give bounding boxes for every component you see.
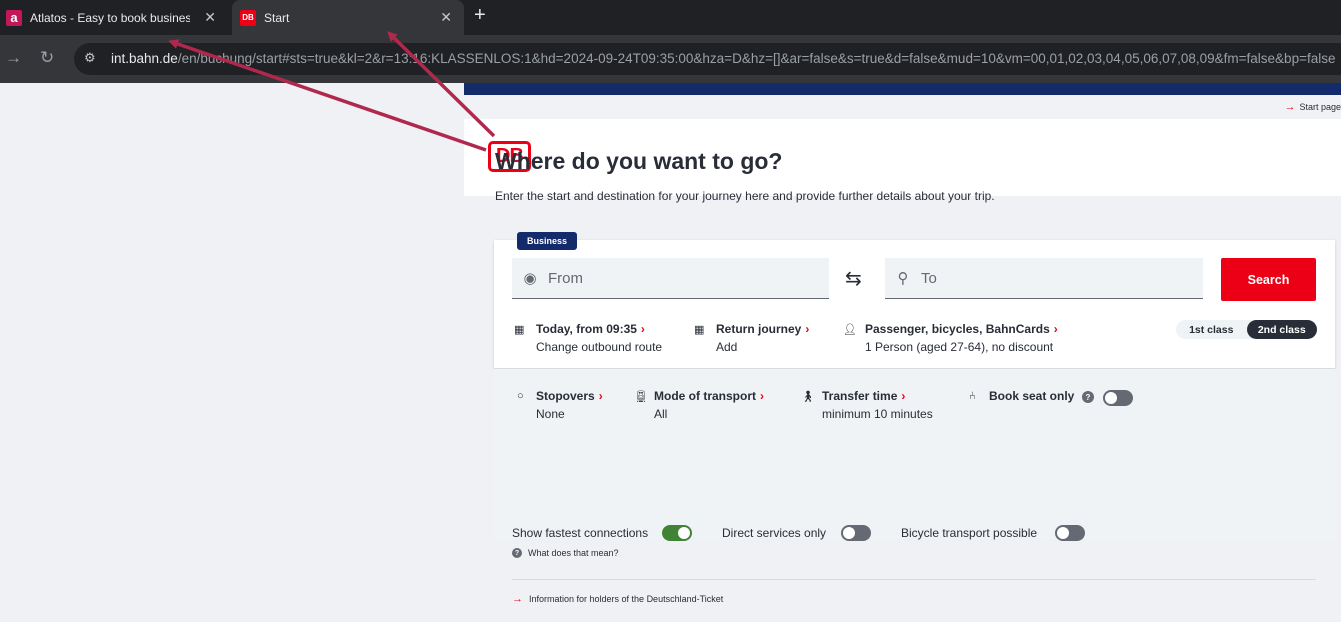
train-icon: 🚆︎	[634, 391, 648, 403]
stopovers-title: Stopovers	[536, 389, 595, 403]
header-stripe	[464, 83, 1341, 95]
journey-search-card: Business ◉ From ⇆ ⚲ To Search ▦ Today, f…	[494, 232, 1335, 368]
close-tab-icon[interactable]: ✕	[204, 9, 216, 26]
help-icon: ?	[512, 548, 522, 558]
location-target-icon: ◉	[523, 270, 537, 287]
to-field[interactable]: ⚲ To	[885, 258, 1203, 299]
reload-icon[interactable]: ↻	[40, 48, 54, 68]
search-options-panel: ○ Stopovers › None 🚆︎ Mode of transport › …	[494, 368, 1335, 605]
close-tab-icon[interactable]: ✕	[440, 9, 452, 26]
tab-title: Start	[264, 10, 290, 25]
fastest-connections-switch[interactable]	[662, 525, 692, 541]
arrow-right-icon: →	[1284, 101, 1296, 113]
map-pin-icon: ⚲	[897, 270, 909, 287]
help-icon[interactable]: ?	[1082, 391, 1094, 403]
atlatos-favicon-icon: a	[6, 9, 22, 26]
return-title: Return journey	[716, 322, 802, 336]
transfer-value: minimum 10 minutes	[822, 407, 933, 421]
chevron-right-icon: ›	[760, 389, 764, 403]
url-text[interactable]: int.bahn.de/en/buchung/start#sts=true&kl…	[111, 51, 1335, 66]
db-favicon-icon: DB	[240, 9, 256, 26]
chevron-right-icon: ›	[1053, 322, 1058, 336]
seat-icon: ⑃	[969, 390, 976, 402]
from-placeholder: From	[548, 269, 583, 287]
circle-icon: ○	[517, 390, 524, 402]
search-button[interactable]: Search	[1221, 258, 1316, 301]
calendar-icon: ▦	[514, 324, 525, 336]
stopovers-value: None	[536, 407, 565, 421]
browser-tab-strip: a Atlatos - Easy to book business ✕ DB S…	[0, 0, 1341, 35]
what-does-that-mean-link[interactable]: ? What does that mean?	[512, 548, 619, 558]
walking-icon: 🚶︎	[801, 391, 815, 403]
direct-label: Direct services only	[722, 526, 827, 540]
site-info-icon[interactable]: ⚙	[84, 50, 102, 68]
business-badge: Business	[517, 232, 578, 250]
page-subtitle: Enter the start and destination for your…	[495, 189, 995, 203]
direct-services-switch[interactable]	[841, 525, 871, 541]
bicycle-transport-switch[interactable]	[1055, 525, 1085, 541]
chevron-right-icon: ›	[598, 389, 603, 403]
second-class-option[interactable]: 2nd class	[1246, 320, 1317, 339]
date-title: Today, from 09:35	[536, 322, 637, 336]
tab-title: Atlatos - Easy to book business	[30, 10, 190, 25]
site-header: → Start page DB	[464, 83, 1341, 196]
bicycle-label: Bicycle transport possible	[901, 526, 1038, 540]
book-seat-label: Book seat only	[989, 389, 1075, 403]
chevron-right-icon: ›	[901, 389, 906, 403]
divider	[512, 579, 1316, 580]
tab-atlatos[interactable]: a Atlatos - Easy to book business ✕	[0, 0, 228, 35]
deutschland-ticket-info-link[interactable]: → Information for holders of the Deutsch…	[512, 593, 723, 605]
calendar-icon: ▦	[694, 324, 705, 336]
mode-title: Mode of transport	[654, 389, 756, 403]
tab-start[interactable]: DB Start ✕	[232, 0, 464, 35]
what-link-label: What does that mean?	[528, 548, 619, 558]
start-page-link[interactable]: → Start page	[1284, 101, 1341, 113]
swap-direction-icon[interactable]: ⇆	[845, 266, 862, 291]
book-seat-switch[interactable]	[1103, 390, 1133, 406]
start-page-label: Start page	[1299, 102, 1341, 112]
address-toolbar: → ↻ ⚙ int.bahn.de/en/buchung/start#sts=t…	[0, 35, 1341, 83]
to-placeholder: To	[921, 269, 937, 287]
passenger-title: Passenger, bicycles, BahnCards	[865, 322, 1050, 336]
address-bar[interactable]: ⚙ int.bahn.de/en/buchung/start#sts=true&…	[74, 43, 1341, 75]
date-subtitle: Change outbound route	[536, 340, 663, 354]
arrow-right-icon: →	[512, 593, 523, 605]
page-title: Where do you want to go?	[495, 148, 783, 174]
travel-class-toggle: 1st class 2nd class	[1176, 320, 1317, 339]
return-subtitle: Add	[716, 340, 738, 354]
fastest-label: Show fastest connections	[512, 526, 649, 540]
chevron-right-icon: ›	[640, 322, 645, 336]
passenger-subtitle: 1 Person (aged 27-64), no discount	[865, 340, 1054, 354]
person-icon: 👤︎	[843, 324, 857, 336]
mode-value: All	[654, 407, 668, 421]
forward-arrow-icon[interactable]: →	[5, 48, 22, 68]
info-link-label: Information for holders of the Deutschla…	[529, 594, 724, 604]
meta-navigation: → Start page	[464, 95, 1341, 119]
first-class-option[interactable]: 1st class	[1176, 320, 1247, 339]
transfer-title: Transfer time	[822, 389, 898, 403]
chevron-right-icon: ›	[805, 322, 810, 336]
new-tab-icon[interactable]: +	[474, 4, 486, 27]
from-field[interactable]: ◉ From	[512, 258, 829, 299]
